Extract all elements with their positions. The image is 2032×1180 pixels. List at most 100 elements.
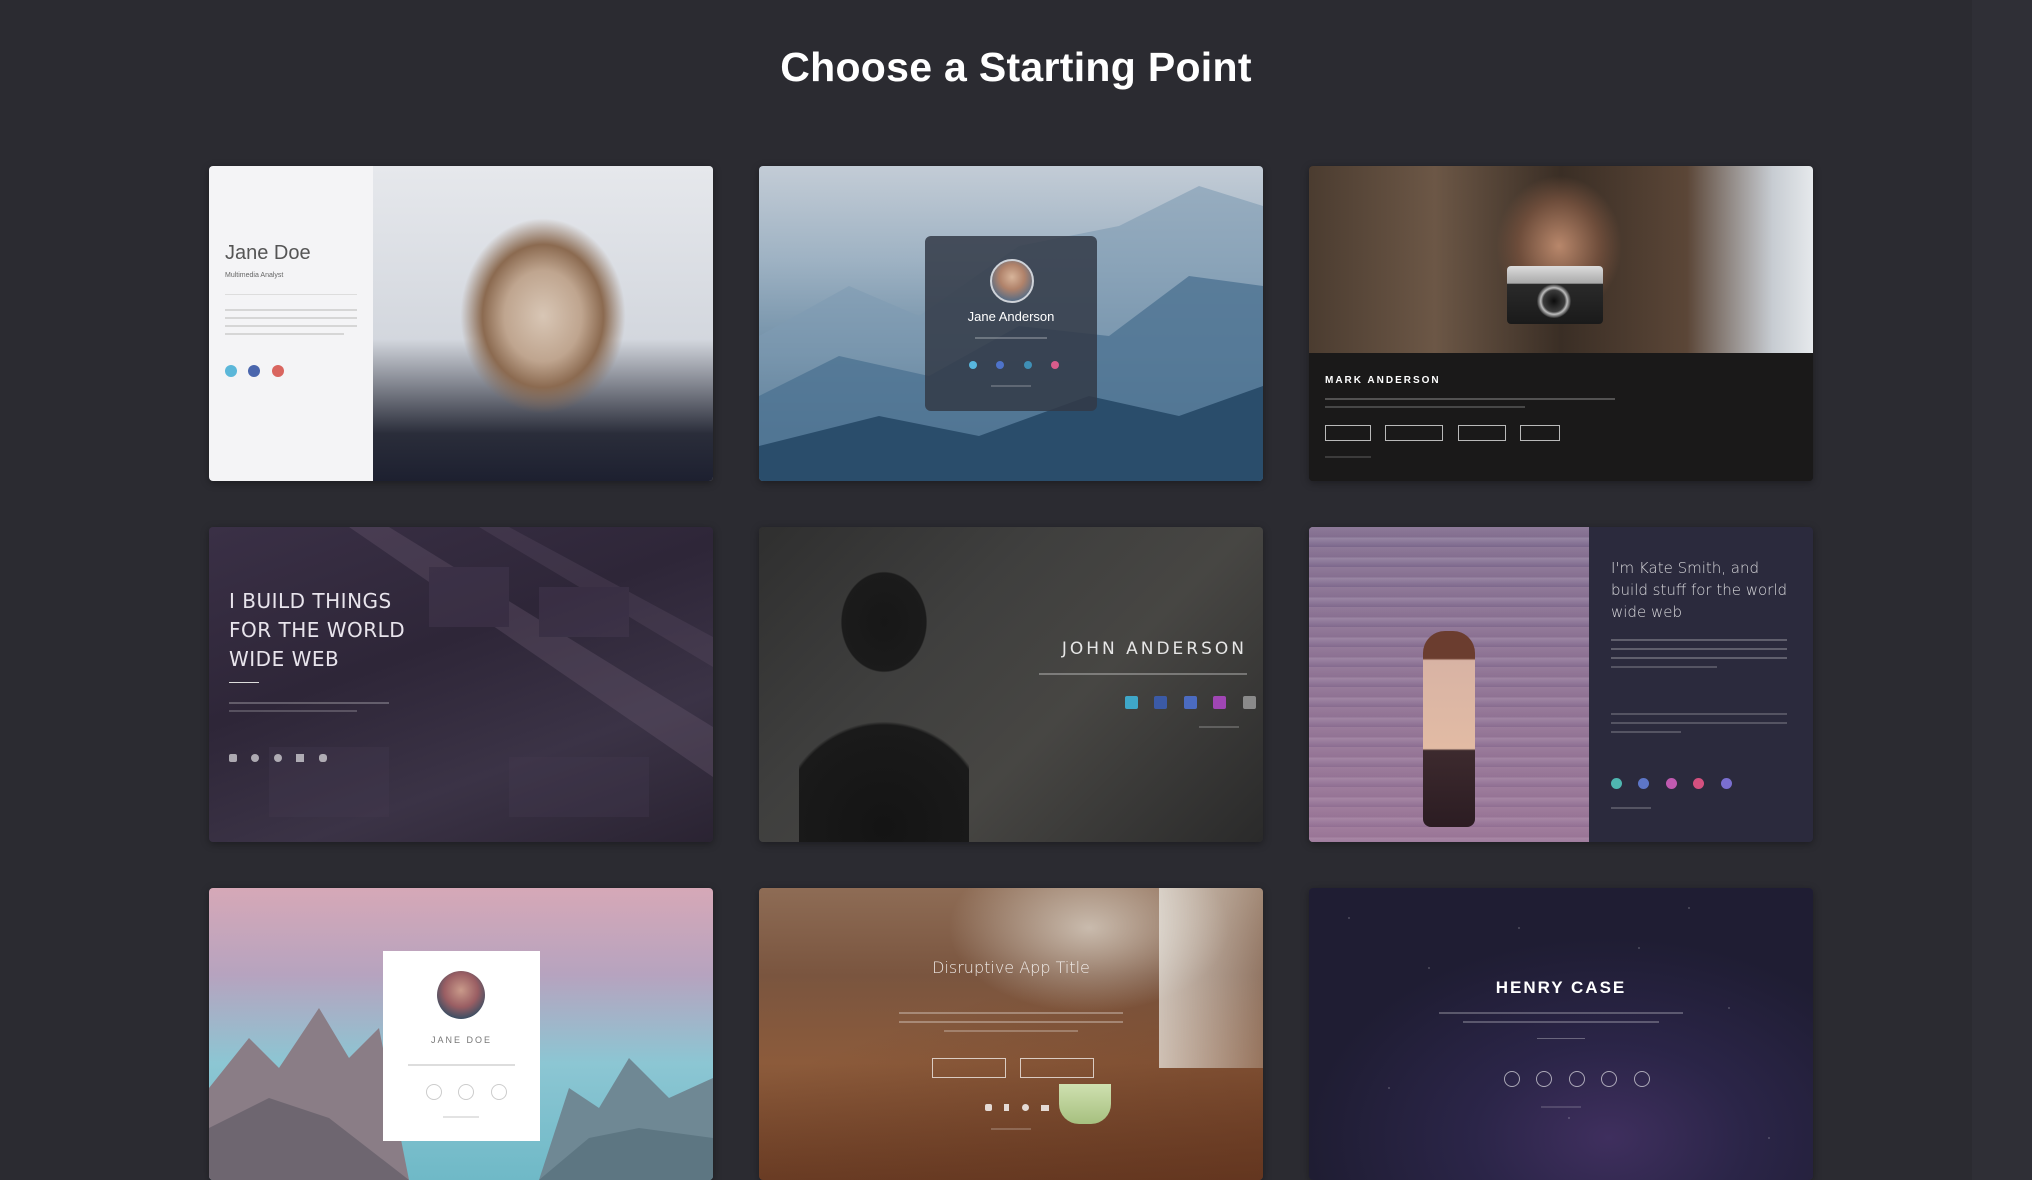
template-card-disruptive-app[interactable]: Disruptive App Title <box>759 888 1263 1180</box>
footer-placeholder <box>1325 456 1371 458</box>
template-card-build-things[interactable]: I BUILD THINGS FOR THE WORLD WIDE WEB <box>209 527 713 842</box>
dark-footer <box>1309 353 1813 481</box>
social-icons <box>225 364 291 382</box>
person-figure <box>1423 631 1475 827</box>
instagram-icon <box>1023 361 1032 369</box>
instagram-icon <box>1213 696 1227 709</box>
twitter-icon <box>1611 778 1622 789</box>
social-icons <box>1125 696 1256 714</box>
footer-placeholder <box>1199 726 1239 728</box>
profile-panel: Jane Anderson <box>925 236 1097 411</box>
headline-line: WIDE WEB <box>229 647 340 671</box>
twitter-icon <box>225 365 237 377</box>
home-icon <box>296 754 305 762</box>
bio-placeholder <box>225 309 357 335</box>
learn-more-button[interactable] <box>1020 1058 1095 1078</box>
twitter-icon <box>426 1084 442 1100</box>
twitter-icon <box>1504 1071 1520 1087</box>
dribbble-icon <box>1633 1071 1650 1087</box>
divider <box>225 294 357 295</box>
bio-placeholder <box>408 1064 515 1066</box>
nav-button[interactable] <box>1520 425 1561 441</box>
footer-placeholder <box>1541 1106 1581 1108</box>
profile-name: HENRY CASE <box>1495 978 1627 997</box>
cityscape-image <box>269 527 713 817</box>
instagram-icon <box>458 1084 475 1100</box>
facebook-icon <box>1154 696 1168 709</box>
mail-icon <box>271 365 284 377</box>
profile-role: Multimedia Analyst <box>225 272 284 279</box>
profile-name: JANE DOE <box>430 1035 492 1045</box>
profile-name: Jane Doe <box>225 242 311 264</box>
footer-placeholder <box>1611 807 1651 809</box>
app-title: Disruptive App Title <box>932 958 1090 977</box>
social-icons <box>1611 776 1739 794</box>
profile-name: MARK ANDERSON <box>1325 375 1441 386</box>
link-icon <box>1242 696 1256 709</box>
stack-icon <box>1183 696 1197 709</box>
page-title: Choose a Starting Point <box>780 44 1252 90</box>
github-icon <box>1021 1104 1029 1111</box>
portrait-photo <box>373 166 713 481</box>
bio-placeholder <box>1325 398 1615 400</box>
social-icons <box>969 356 1066 374</box>
headline-line: wide web <box>1611 603 1682 621</box>
template-card-jane-doe-card[interactable]: JANE DOE <box>209 888 713 1180</box>
twitter-icon <box>985 1104 992 1111</box>
headline-line: build stuff for the world <box>1611 581 1788 599</box>
bio-placeholder-2 <box>1611 713 1787 733</box>
camera-shape <box>1507 266 1603 324</box>
mail-icon <box>1720 778 1732 789</box>
footer-placeholder <box>991 1128 1031 1130</box>
photographer-photo <box>1309 166 1813 353</box>
starfield <box>1309 888 1813 1180</box>
facebook-icon <box>1004 1104 1010 1111</box>
person-silhouette <box>799 547 969 842</box>
template-card-henry-case[interactable]: HENRY CASE <box>1309 888 1813 1180</box>
template-grid: Jane Doe Multimedia Analyst Jane Anderso… <box>209 166 1814 1180</box>
github-icon <box>1601 1071 1618 1087</box>
template-card-jane-doe[interactable]: Jane Doe Multimedia Analyst <box>209 166 713 481</box>
facebook-icon <box>1536 1071 1553 1087</box>
social-icons <box>426 1084 507 1105</box>
phone-icon <box>1693 778 1705 789</box>
twitter-icon <box>969 361 977 369</box>
headline-line: FOR THE WORLD <box>229 618 406 642</box>
footer-placeholder <box>443 1116 479 1118</box>
cta-buttons <box>932 1058 1104 1083</box>
profile-name: Jane Anderson <box>967 309 1055 324</box>
avatar <box>990 259 1034 303</box>
nav-button[interactable] <box>1325 425 1371 441</box>
nav-button[interactable] <box>1457 425 1506 441</box>
bio-placeholder <box>229 702 389 712</box>
facebook-icon <box>248 365 261 377</box>
template-card-kate-smith[interactable]: I'm Kate Smith, and build stuff for the … <box>1309 527 1813 842</box>
profile-panel: JANE DOE <box>383 951 540 1141</box>
footer-placeholder <box>991 385 1031 387</box>
social-icons <box>1504 1071 1650 1092</box>
template-card-mark-anderson[interactable]: MARK ANDERSON <box>1309 166 1813 481</box>
instagram-icon <box>1568 1071 1585 1087</box>
download-button[interactable] <box>932 1058 1006 1078</box>
bio-placeholder <box>975 337 1047 339</box>
twitter-icon <box>1125 696 1138 709</box>
bio-placeholder-2 <box>1325 406 1525 408</box>
mail-icon <box>1041 1105 1050 1111</box>
avatar <box>437 971 485 1019</box>
headline-line: I'm Kate Smith, and <box>1611 559 1760 577</box>
social-icons <box>985 1098 1050 1116</box>
facebook-icon <box>490 1084 507 1100</box>
bio-placeholder <box>1439 1012 1683 1023</box>
nav-button[interactable] <box>1385 425 1444 441</box>
template-card-jane-anderson[interactable]: Jane Anderson <box>759 166 1263 481</box>
heart-icon <box>318 754 327 762</box>
scrollbar-track[interactable] <box>1972 0 2032 1180</box>
headline-line: I BUILD THINGS <box>229 589 392 613</box>
dribbble-icon <box>1051 361 1060 369</box>
dribbble-icon <box>1665 778 1677 789</box>
facebook-icon <box>996 361 1005 369</box>
template-card-john-anderson[interactable]: JOHN ANDERSON <box>759 527 1263 842</box>
bio-placeholder <box>899 1012 1123 1032</box>
facebook-icon <box>1638 778 1650 789</box>
bio-placeholder <box>1039 673 1247 675</box>
